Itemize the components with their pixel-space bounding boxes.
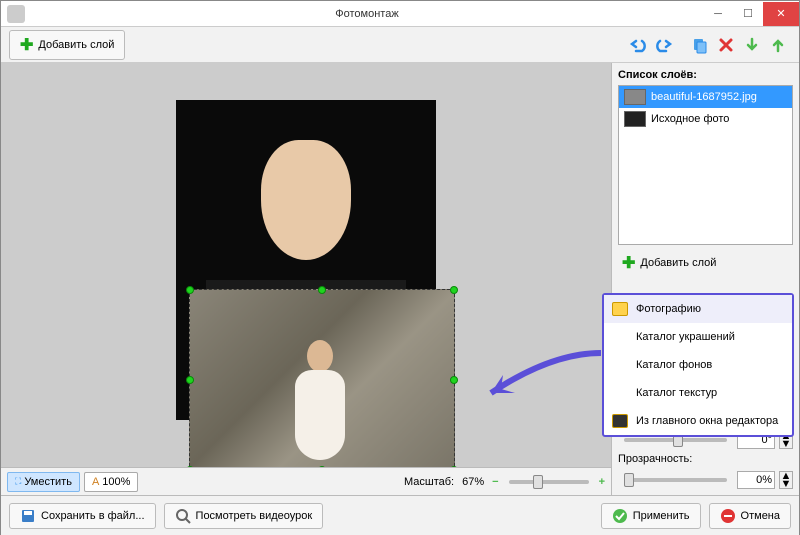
minimize-button[interactable]: ─ (703, 2, 733, 26)
toolbar: ✚ Добавить слой (1, 27, 799, 63)
text-scale-icon: A (92, 476, 99, 488)
resize-handle[interactable] (186, 376, 194, 384)
app-icon (7, 5, 25, 23)
opacity-spinner[interactable]: ▲▼ (779, 471, 793, 489)
angle-slider[interactable] (624, 438, 727, 442)
delete-button[interactable] (714, 33, 738, 57)
copy-button[interactable] (688, 33, 712, 57)
menu-item-from-editor[interactable]: Из главного окна редактора (604, 407, 792, 435)
zoom-slider[interactable] (509, 480, 589, 484)
opacity-slider[interactable] (624, 478, 727, 482)
fit-button[interactable]: ⛶ Уместить (7, 472, 80, 492)
add-layer-menu: Фотографию Каталог украшений Каталог фон… (602, 293, 794, 437)
scale-label: Масштаб: (404, 476, 454, 488)
resize-handle[interactable] (318, 466, 326, 467)
plus-icon: ✚ (622, 253, 635, 273)
photo-icon (612, 302, 628, 316)
menu-item-tex[interactable]: Каталог текстур (604, 379, 792, 407)
close-button[interactable]: ✕ (763, 2, 799, 26)
layer-down-button[interactable] (740, 33, 764, 57)
add-layer-label: Добавить слой (38, 39, 114, 51)
maximize-button[interactable]: ☐ (733, 2, 763, 26)
opacity-input[interactable]: 0% (737, 471, 775, 489)
apply-button[interactable]: Применить (601, 503, 701, 529)
menu-item-photo[interactable]: Фотографию (604, 295, 792, 323)
cancel-icon (720, 508, 736, 524)
titlebar: Фотомонтаж ─ ☐ ✕ (1, 1, 799, 27)
layers-title: Список слоёв: (618, 69, 793, 81)
scale-value: 67% (462, 476, 484, 488)
layer-thumbnail (624, 111, 646, 127)
tutorial-button[interactable]: Посмотреть видеоурок (164, 503, 324, 529)
opacity-label: Прозрачность: (618, 453, 793, 465)
resize-handle[interactable] (450, 286, 458, 294)
save-button[interactable]: Сохранить в файл... (9, 503, 156, 529)
canvas-statusbar: ⛶ Уместить A 100% Масштаб: 67% − + (1, 467, 611, 495)
add-layer-button[interactable]: ✚ Добавить слой (9, 30, 125, 60)
canvas-view[interactable] (1, 63, 611, 467)
window-title: Фотомонтаж (31, 8, 703, 20)
editor-thumb-icon (612, 414, 628, 428)
undo-button[interactable] (626, 33, 650, 57)
layer-thumbnail (624, 89, 646, 105)
layers-list[interactable]: beautiful-1687952.jpg Исходное фото (618, 85, 793, 245)
layer-item[interactable]: beautiful-1687952.jpg (619, 86, 792, 108)
resize-handle[interactable] (318, 286, 326, 294)
check-icon (612, 508, 628, 524)
fit-icon: ⛶ (15, 476, 21, 487)
plus-icon: ✚ (20, 35, 33, 55)
save-icon (20, 508, 36, 524)
menu-item-decor[interactable]: Каталог украшений (604, 323, 792, 351)
side-add-layer-button[interactable]: ✚ Добавить слой (618, 249, 793, 277)
cancel-button[interactable]: Отмена (709, 503, 791, 529)
canvas-area: ⛶ Уместить A 100% Масштаб: 67% − + (1, 63, 611, 495)
layer-item[interactable]: Исходное фото (619, 108, 792, 130)
menu-item-bg[interactable]: Каталог фонов (604, 351, 792, 379)
selected-layer[interactable] (189, 289, 455, 467)
side-panel: Список слоёв: beautiful-1687952.jpg Исхо… (611, 63, 799, 495)
main-area: ⛶ Уместить A 100% Масштаб: 67% − + Списо… (1, 63, 799, 495)
tutorial-arrow (461, 343, 611, 423)
resize-handle[interactable] (450, 376, 458, 384)
resize-handle[interactable] (450, 466, 458, 467)
lens-icon (175, 508, 191, 524)
zoom-in-button[interactable]: + (599, 476, 605, 488)
zoom-100-button[interactable]: A 100% (84, 472, 138, 492)
redo-button[interactable] (652, 33, 676, 57)
resize-handle[interactable] (186, 286, 194, 294)
footer: Сохранить в файл... Посмотреть видеоурок… (1, 495, 799, 535)
layer-up-button[interactable] (766, 33, 790, 57)
resize-handle[interactable] (186, 466, 194, 467)
zoom-out-button[interactable]: − (492, 476, 498, 488)
